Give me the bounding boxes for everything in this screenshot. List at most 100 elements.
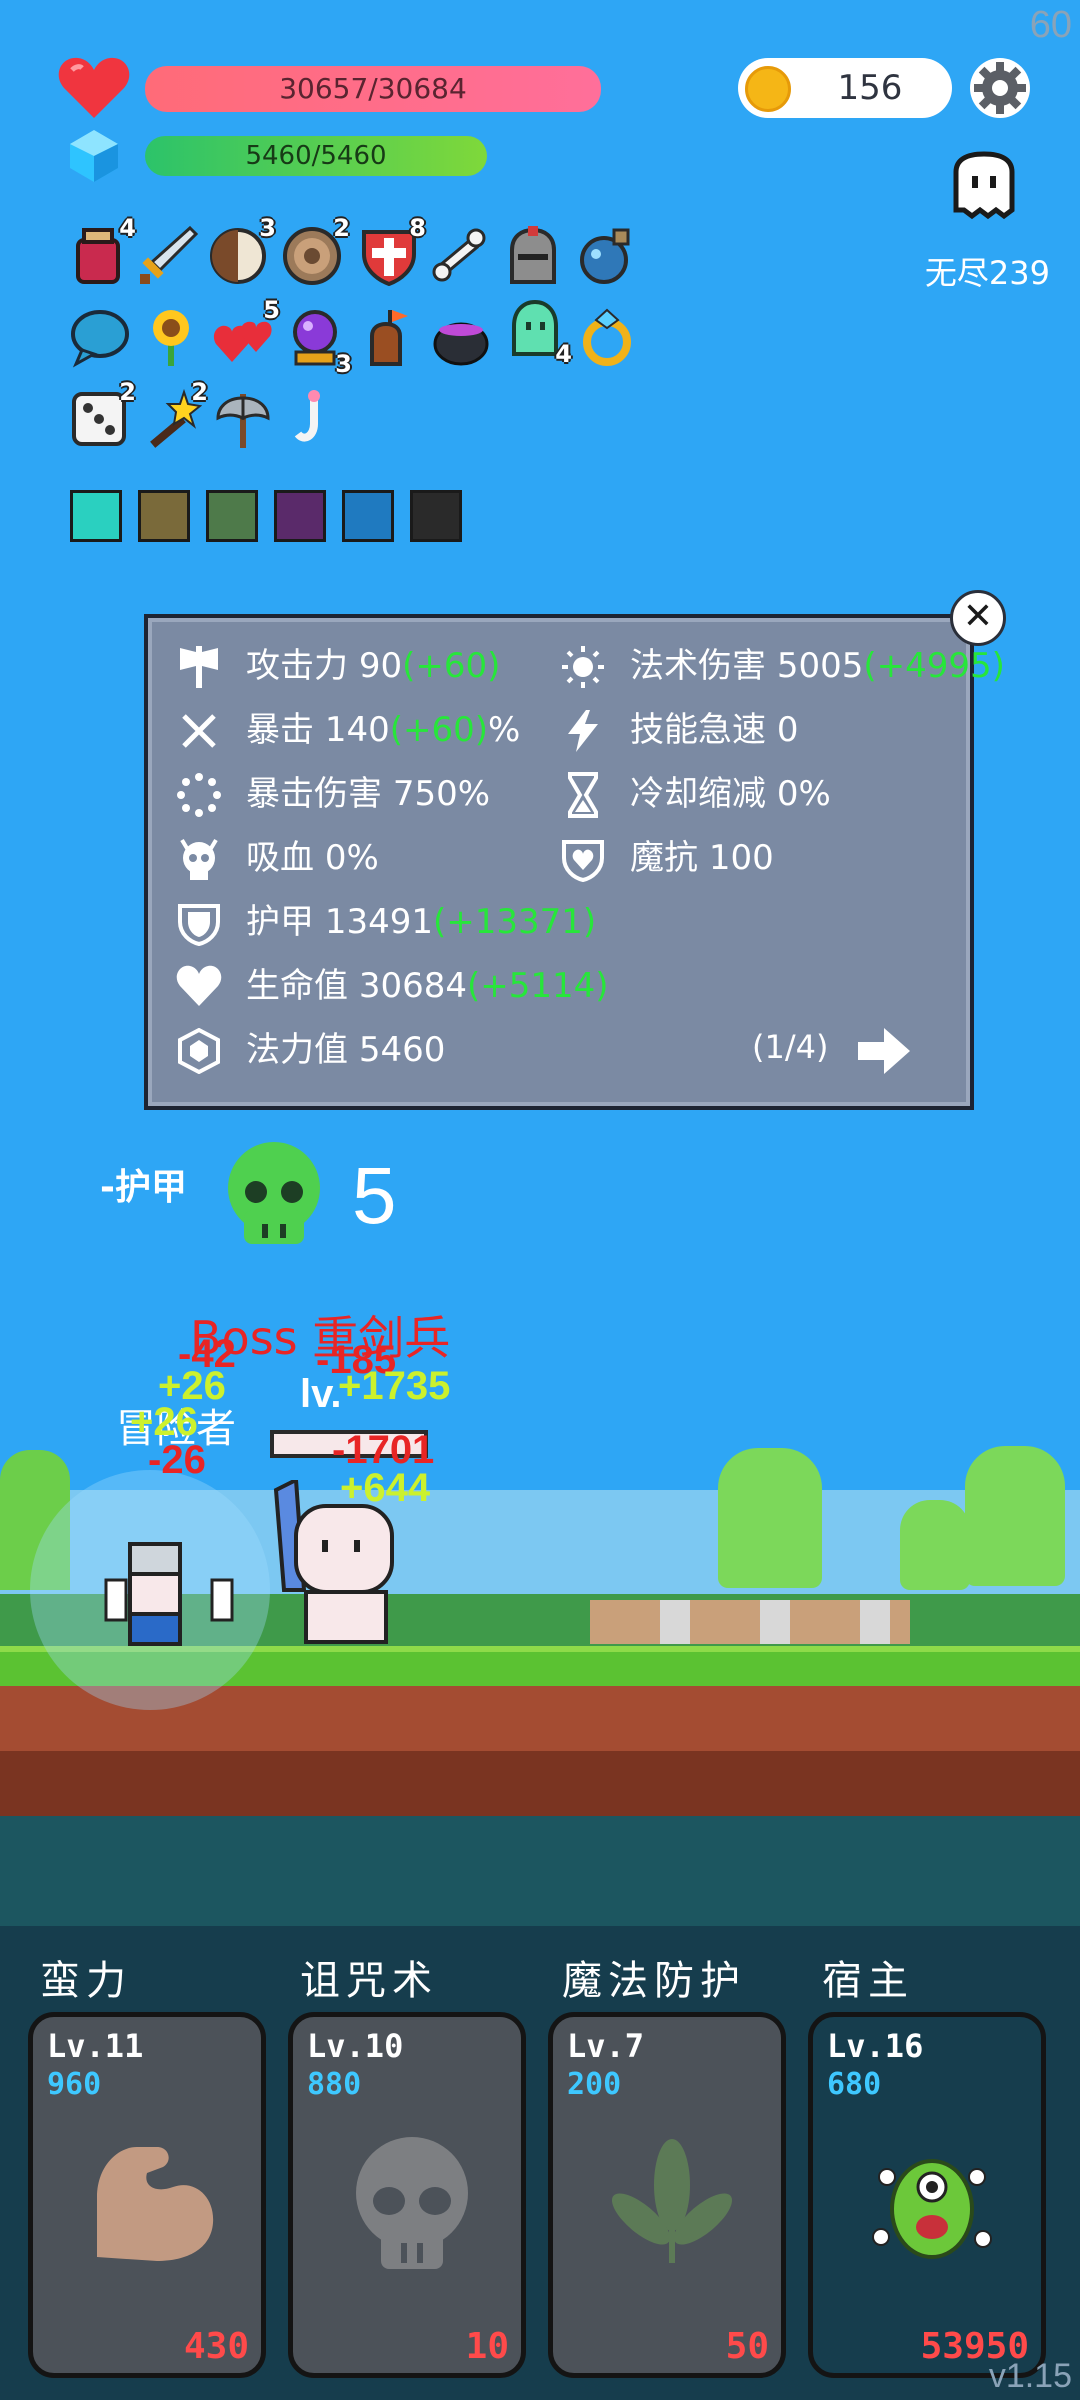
relic-demon-icon[interactable] — [274, 490, 326, 542]
orb-icon[interactable] — [574, 224, 636, 286]
shield-cross-icon[interactable]: 8 — [358, 214, 426, 287]
helmet-icon[interactable] — [502, 224, 564, 286]
skill-card-magic-ward[interactable]: Lv.7 200 50 — [548, 2012, 786, 2378]
item-count-badge: 2 — [191, 378, 208, 406]
relic-shield-icon[interactable] — [138, 490, 190, 542]
potion-icon[interactable]: 4 — [68, 214, 136, 286]
skill-title: 蛮力 — [40, 1958, 132, 2004]
shield-round-icon[interactable]: 3 — [208, 214, 276, 286]
tree-right — [965, 1446, 1065, 1586]
skill-cost: 880 — [307, 2067, 362, 2102]
relic-light-icon[interactable] — [70, 490, 122, 542]
skill-level: Lv.16 — [827, 2027, 924, 2065]
item-count-badge: 2 — [333, 214, 350, 242]
relic-vortex-icon[interactable] — [342, 490, 394, 542]
lightning-stat-icon — [568, 710, 598, 752]
armor-debuff-label: -护甲 — [100, 1167, 187, 1208]
stat-value: 140 — [324, 710, 390, 750]
axe-icon[interactable] — [212, 388, 274, 450]
skill-card-host[interactable]: Lv.16 680 53950 — [808, 2012, 1046, 2378]
endless-wave-label: 无尽239 — [924, 254, 1050, 292]
stat-label: 技能急速 — [630, 710, 766, 750]
dice-icon[interactable]: 2 — [68, 378, 136, 450]
stat-armor: 护甲 13491(+13371) — [176, 894, 656, 950]
skill-price: 10 — [465, 2326, 509, 2367]
skull-icon — [356, 2137, 468, 2269]
stat-value: 100 — [708, 838, 774, 878]
skill-card-curse[interactable]: Lv.10 880 10 — [288, 2012, 526, 2378]
green-skull-icon — [228, 1142, 320, 1244]
skill-level: Lv.11 — [47, 2027, 144, 2065]
stat-value: 5005 — [776, 646, 864, 686]
stat-hp: 生命值 30684(+5114) — [176, 958, 656, 1014]
sunflower-icon[interactable] — [140, 306, 202, 368]
fence — [590, 1600, 910, 1644]
skill-title: 诅咒术 — [300, 1958, 438, 2004]
hero-knight-sprite[interactable] — [100, 1540, 250, 1650]
heal-float: +26 — [130, 1400, 198, 1444]
muscle-arm-icon — [97, 2147, 214, 2261]
crit-damage-stat-icon — [177, 773, 221, 817]
stat-value: 5460 — [358, 1030, 446, 1070]
skill-title: 魔法防护 — [562, 1958, 746, 2004]
skill-price: 50 — [725, 2326, 769, 2367]
heal-float: +1735 — [338, 1364, 451, 1408]
sword-icon[interactable] — [136, 224, 199, 286]
bone-icon[interactable] — [428, 224, 490, 286]
skill-cost: 960 — [47, 2067, 102, 2102]
fps-counter: 60 — [1029, 4, 1072, 46]
crystal-ball-icon[interactable]: 3 — [284, 306, 352, 378]
target-icon[interactable]: 2 — [282, 214, 350, 286]
relic-dark-icon[interactable] — [410, 490, 462, 542]
next-page-arrow-icon[interactable] — [856, 1026, 912, 1076]
stat-label: 法力值 — [246, 1030, 348, 1070]
stat-mana: 法力值 5460 — [176, 1022, 556, 1078]
skull-count: 5 — [352, 1151, 397, 1240]
skill-level: Lv.10 — [307, 2027, 404, 2065]
stat-attack: 攻击力 90(+60) — [176, 638, 556, 694]
ring-icon[interactable] — [576, 306, 638, 368]
skill-card-brute-force[interactable]: Lv.11 960 430 — [28, 2012, 266, 2378]
stat-bonus: (+5114) — [466, 966, 609, 1006]
stat-value: 0% — [324, 838, 379, 878]
relic-helmet-icon[interactable] — [206, 490, 258, 542]
green-monster-icon — [872, 2159, 992, 2259]
axe-stat-icon — [180, 646, 218, 688]
skill-price: 430 — [183, 2326, 249, 2367]
ghost-mode-icon[interactable] — [948, 150, 1020, 222]
mana-bar: 5460/5460 — [145, 136, 487, 176]
heal-float: +644 — [340, 1466, 431, 1510]
cauldron-icon[interactable] — [430, 306, 492, 368]
stat-cooldown: 冷却缩减 0% — [560, 766, 940, 822]
item-count-badge: 3 — [335, 350, 352, 378]
stat-bonus: (+4995) — [863, 646, 1005, 686]
stat-value: 90 — [358, 646, 403, 686]
stat-label: 魔抗 — [630, 838, 698, 878]
coin-value: 156 — [837, 68, 903, 108]
hearts-icon[interactable]: 5 — [212, 296, 280, 368]
item-count-badge: 5 — [263, 296, 280, 324]
stat-unit: % — [488, 710, 521, 750]
hourglass-stat-icon — [568, 772, 598, 818]
crit-stat-icon — [182, 714, 216, 748]
shield-stat-icon — [178, 904, 220, 946]
hook-icon[interactable] — [284, 388, 346, 450]
stat-value: 13491 — [324, 902, 433, 942]
stat-label: 护甲 — [246, 902, 314, 942]
heart-stat-icon — [176, 965, 222, 1006]
gear-icon[interactable] — [968, 56, 1032, 120]
mana-gem-icon — [70, 130, 118, 182]
stat-crit: 暴击 140(+60)% — [176, 702, 556, 758]
drumstick-icon[interactable] — [358, 306, 420, 368]
item-count-badge: 8 — [409, 214, 426, 242]
skill-cost: 680 — [827, 2067, 882, 2102]
stat-value: 0 — [776, 710, 799, 750]
stat-label: 攻击力 — [246, 646, 348, 686]
stat-magic-resist: 魔抗 100 — [560, 830, 940, 886]
skill-level: Lv.7 — [567, 2027, 645, 2065]
speech-bubble-icon[interactable] — [68, 306, 130, 368]
stat-label: 生命值 — [246, 966, 348, 1006]
tree-small — [900, 1500, 970, 1590]
wand-icon[interactable]: 2 — [140, 378, 208, 450]
slime-icon[interactable]: 4 — [504, 296, 572, 368]
